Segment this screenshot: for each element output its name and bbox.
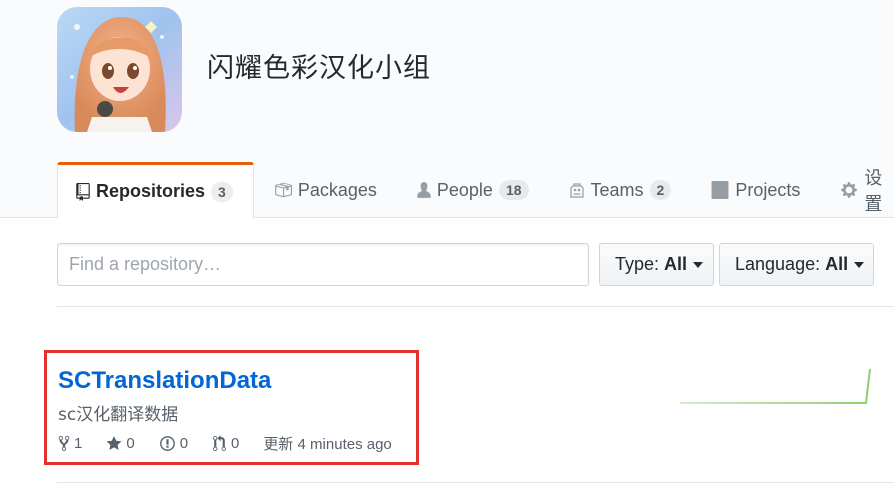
repo-updated-time: 更新 4 minutes ago — [263, 436, 392, 453]
package-icon — [274, 181, 292, 199]
repo-icon — [76, 182, 90, 201]
tab-teams[interactable]: Teams 2 — [549, 162, 692, 218]
repo-list-item: SCTranslationData sc汉化翻译数据 1 0 0 0 更新 4 … — [44, 350, 419, 465]
people-icon — [569, 181, 585, 199]
language-filter-button[interactable]: Language: All — [719, 243, 874, 286]
caret-down-icon — [693, 261, 704, 268]
repo-issues[interactable]: 0 — [159, 435, 188, 452]
divider — [57, 306, 894, 307]
tab-people[interactable]: People 18 — [397, 162, 549, 218]
tab-packages[interactable]: Packages — [254, 162, 397, 218]
star-icon — [106, 436, 122, 450]
issue-icon — [159, 436, 175, 451]
type-filter-button[interactable]: Type: All — [599, 243, 714, 286]
issue-count: 0 — [179, 435, 189, 452]
activity-sparkline — [680, 368, 871, 404]
pull-request-count: 0 — [231, 435, 240, 452]
tab-label: Packages — [297, 179, 377, 200]
tab-label: Projects — [735, 179, 801, 200]
repo-description: sc汉化翻译数据 — [58, 405, 179, 425]
gear-icon — [840, 181, 858, 199]
org-name: 闪耀色彩汉化小组 — [207, 53, 431, 84]
type-filter-value: All — [664, 254, 688, 274]
repo-meta: 1 0 0 0 更新 4 minutes ago — [58, 433, 392, 454]
star-count: 0 — [126, 435, 135, 452]
type-filter-label: Type: — [615, 254, 660, 274]
tab-label: Teams — [590, 179, 644, 200]
tab-counter: 2 — [649, 180, 672, 200]
tab-counter: 18 — [498, 180, 529, 200]
language-filter-value: All — [825, 254, 849, 274]
fork-icon — [58, 436, 70, 451]
repo-name-link[interactable]: SCTranslationData — [58, 367, 271, 395]
repo-forks[interactable]: 1 — [58, 435, 82, 452]
repo-search-input[interactable] — [57, 243, 589, 286]
tab-repositories[interactable]: Repositories 3 — [57, 162, 254, 219]
tab-settings[interactable]: 设置 — [820, 162, 894, 218]
project-icon — [711, 181, 729, 199]
repo-stars[interactable]: 0 — [106, 435, 135, 452]
tab-label: 设置 — [864, 168, 883, 214]
language-filter-label: Language: — [735, 254, 821, 274]
repo-pull-requests[interactable]: 0 — [212, 435, 239, 452]
person-icon — [417, 181, 431, 199]
pull-request-icon — [213, 435, 226, 451]
tab-label: Repositories — [96, 181, 206, 201]
org-header: 闪耀色彩汉化小组 Repositories 3 Packages People … — [0, 0, 894, 219]
org-tabs: Repositories 3 Packages People 18 Teams … — [57, 162, 894, 219]
tab-label: People — [436, 179, 493, 200]
caret-down-icon — [854, 261, 865, 268]
org-avatar[interactable] — [57, 7, 182, 132]
fork-count: 1 — [74, 435, 83, 452]
tab-projects[interactable]: Projects — [691, 162, 820, 218]
tab-counter: 3 — [211, 181, 233, 202]
